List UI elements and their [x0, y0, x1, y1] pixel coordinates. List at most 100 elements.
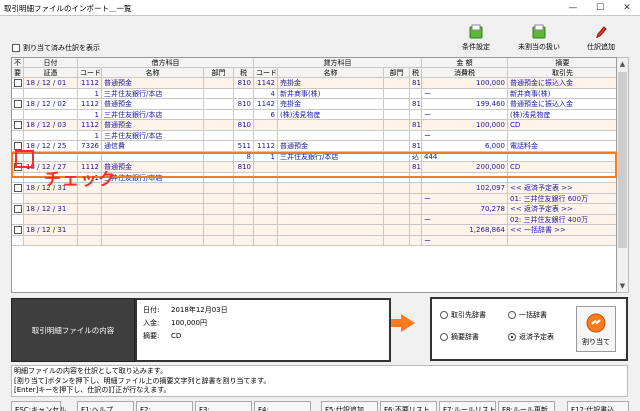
cell-amount: ー: [422, 172, 508, 183]
header-date: 日付: [24, 58, 78, 68]
scroll-down-icon[interactable]: ▼: [617, 280, 628, 292]
condition-settings-button[interactable]: 条件設定: [446, 24, 506, 58]
cell-name: [102, 235, 204, 246]
cell-tax2: 810: [410, 78, 422, 89]
unneeded-cell[interactable]: [12, 204, 24, 215]
unneeded-cell[interactable]: [12, 183, 24, 194]
cell-code2: [254, 162, 278, 173]
cell-date: [24, 214, 78, 225]
radio-bulk-dict-dot[interactable]: [508, 311, 516, 319]
cell-dept: [204, 193, 234, 204]
cell-amount: 444: [422, 151, 508, 162]
radio-bulk-dict[interactable]: 一括辞書: [508, 310, 547, 320]
unneeded-cell: [12, 88, 24, 99]
header-debit: 借方科目: [78, 58, 254, 68]
unneeded-cell[interactable]: [12, 120, 24, 131]
unneeded-checkbox[interactable]: [14, 121, 22, 129]
radio-partner-dict[interactable]: 取引先辞書: [440, 310, 486, 320]
cell-tax2: [410, 183, 422, 194]
cell-dept: [204, 120, 234, 131]
fkey-f12[interactable]: F12:仕訳書込: [567, 401, 629, 411]
fkey-esc[interactable]: ESC:キャンセル: [11, 401, 66, 411]
cell-tax2: [410, 204, 422, 215]
cell-dept2: [384, 214, 410, 225]
fkey-f1[interactable]: F1:ヘルプ: [77, 401, 134, 411]
cell-amount: 199,460: [422, 99, 508, 110]
table-row[interactable]: ー: [12, 235, 616, 246]
scroll-up-icon[interactable]: ▲: [617, 58, 628, 70]
assign-button[interactable]: 割り当て: [576, 306, 616, 352]
fkey-f3[interactable]: F3:: [195, 401, 252, 411]
table-row[interactable]: 1 三井住友銀行/本店 6 (株)浅見物産ー (株)浅見物産: [12, 109, 616, 120]
table-row[interactable]: 1 三井住友銀行/本店 ー: [12, 130, 616, 141]
cell-code2: 4: [254, 88, 278, 99]
unneeded-checkbox[interactable]: [14, 79, 22, 87]
fkey-f8[interactable]: F8:ルール更新: [498, 401, 555, 411]
cell-tax2: 810: [410, 162, 422, 173]
cell-dept2: [384, 225, 410, 236]
table-row[interactable]: 18 / 12 / 031112普通預金810810100,000CD: [12, 120, 616, 131]
cell-amount: ー: [422, 88, 508, 99]
fkey-f6[interactable]: F6:不要リスト: [380, 401, 437, 411]
unneeded-cell[interactable]: [12, 141, 24, 152]
unassigned-handling-button[interactable]: 未割当の扱い: [509, 24, 569, 58]
unneeded-checkbox[interactable]: [14, 184, 22, 192]
assign-label: 割り当て: [582, 338, 610, 346]
cell-amount: ー: [422, 130, 508, 141]
add-entry-button[interactable]: 仕訳追加: [571, 24, 631, 58]
table-row[interactable]: ー 02: 三井住友銀行 400万: [12, 214, 616, 225]
table-row[interactable]: 18 / 12 / 021112普通預金8101142売掛金810199,460…: [12, 99, 616, 110]
minimize-button[interactable]: —: [560, 1, 586, 15]
header-tax: 税: [234, 68, 254, 78]
cell-dept: [204, 99, 234, 110]
header-tax2: 税: [410, 68, 422, 78]
unneeded-checkbox[interactable]: [14, 205, 22, 213]
cell-code2: [254, 172, 278, 183]
header-amount: 金 額: [422, 58, 508, 68]
unneeded-cell[interactable]: [12, 78, 24, 89]
header-partner: 取引先: [508, 68, 616, 78]
cell-tax2: [410, 193, 422, 204]
table-row[interactable]: 18 / 12 / 011112普通預金8101142売掛金810100,000…: [12, 78, 616, 89]
show-assigned-checkbox[interactable]: 割り当て済み仕訳を表示: [12, 43, 100, 53]
maximize-button[interactable]: ☐: [587, 1, 613, 15]
table-row[interactable]: ー 01: 三井住友銀行 600万: [12, 193, 616, 204]
close-button[interactable]: ✕: [614, 1, 640, 15]
radio-summary-dict[interactable]: 摘要辞書: [440, 332, 479, 342]
unneeded-cell: [12, 214, 24, 225]
cell-name2: [278, 204, 384, 215]
table-row[interactable]: 18 / 12 / 31 1,268,864 << 一括辞書 >>: [12, 225, 616, 236]
cell-amount: ー: [422, 109, 508, 120]
unneeded-checkbox[interactable]: [14, 100, 22, 108]
radio-summary-dict-dot[interactable]: [440, 333, 448, 341]
unneeded-checkbox[interactable]: [14, 226, 22, 234]
unneeded-cell[interactable]: [12, 99, 24, 110]
unneeded-checkbox[interactable]: [14, 163, 22, 171]
fkey-f2[interactable]: F2:: [136, 401, 193, 411]
fkey-f7[interactable]: F7:ルールリスト: [439, 401, 496, 411]
table-row[interactable]: 18 / 12 / 31 70,278 << 返済予定表 >>: [12, 204, 616, 215]
unneeded-checkbox[interactable]: [14, 142, 22, 150]
cell-name2: [278, 120, 384, 131]
cell-name2: [278, 183, 384, 194]
radio-partner-dict-dot[interactable]: [440, 311, 448, 319]
cell-dept: [204, 214, 234, 225]
cell-name: 普通預金: [102, 162, 204, 173]
cell-name: [102, 183, 204, 194]
radio-repay-table[interactable]: 返済予定表: [508, 332, 554, 342]
unneeded-cell[interactable]: [12, 225, 24, 236]
cell-dept: [204, 88, 234, 99]
info-amount-value: 100,000円: [171, 319, 207, 327]
radio-repay-table-dot[interactable]: [508, 333, 516, 341]
vertical-scrollbar[interactable]: ▲ ▼: [617, 57, 629, 293]
table-row[interactable]: 8 1 三井住友銀行/本店 込 444: [12, 151, 616, 162]
cell-name2: [278, 130, 384, 141]
fkey-f5[interactable]: F5:仕訳追加: [321, 401, 378, 411]
table-row[interactable]: 18 / 12 / 257326通信費 5111112普通預金 8106,000電話…: [12, 141, 616, 152]
cell-summary: 02: 三井住友銀行 400万: [508, 214, 616, 225]
scroll-thumb[interactable]: [618, 72, 627, 248]
show-assigned-box[interactable]: [12, 44, 20, 52]
unneeded-cell[interactable]: [12, 162, 24, 173]
fkey-f4[interactable]: F4:: [254, 401, 311, 411]
table-row[interactable]: 1 三井住友銀行/本店 4 新井商事(株) ー新井商事(株): [12, 88, 616, 99]
